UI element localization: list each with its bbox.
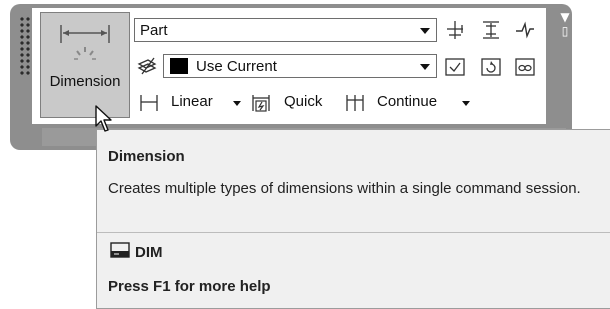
quick-button[interactable]: Quick <box>284 93 322 110</box>
continue-button[interactable]: Continue <box>377 93 437 110</box>
panel-options-icon[interactable]: ▼ ▯ <box>556 10 574 62</box>
layer-dropdown[interactable]: Use Current <box>163 54 437 78</box>
dimension-icon <box>60 25 110 60</box>
tooltip-title: Dimension <box>108 148 185 165</box>
linear-button[interactable]: Linear <box>171 93 213 110</box>
update-icon[interactable] <box>480 56 502 78</box>
tooltip-command: DIM <box>135 244 163 261</box>
linear-dimension-icon <box>140 95 158 111</box>
continue-dimension-icon <box>346 95 364 111</box>
mouse-pointer-icon <box>95 105 112 132</box>
color-swatch <box>170 58 188 74</box>
reassociate-icon[interactable] <box>514 56 536 78</box>
dimension-style-value: Part <box>140 22 168 39</box>
chevron-down-icon <box>420 64 430 70</box>
dimension-break-icon[interactable] <box>480 19 502 41</box>
dimension-space-icon[interactable] <box>444 19 466 41</box>
dimension-button-label: Dimension <box>49 73 121 90</box>
tooltip-divider <box>97 232 610 233</box>
chevron-down-icon[interactable] <box>462 101 470 106</box>
tooltip-description: Creates multiple types of dimensions wit… <box>108 180 581 197</box>
inspect-icon[interactable] <box>444 56 466 78</box>
layer-value: Use Current <box>196 58 277 75</box>
command-line-icon <box>110 242 130 258</box>
dimension-style-dropdown[interactable]: Part <box>134 18 437 42</box>
chevron-down-icon[interactable] <box>233 101 241 106</box>
jogged-linear-icon[interactable] <box>514 19 536 41</box>
layer-icon <box>137 57 157 75</box>
tooltip: Dimension Creates multiple types of dime… <box>96 129 610 309</box>
dimension-button[interactable]: Dimension <box>40 12 130 118</box>
chevron-down-icon <box>420 28 430 34</box>
quick-dimension-icon <box>252 95 270 112</box>
tooltip-help: Press F1 for more help <box>108 278 271 295</box>
